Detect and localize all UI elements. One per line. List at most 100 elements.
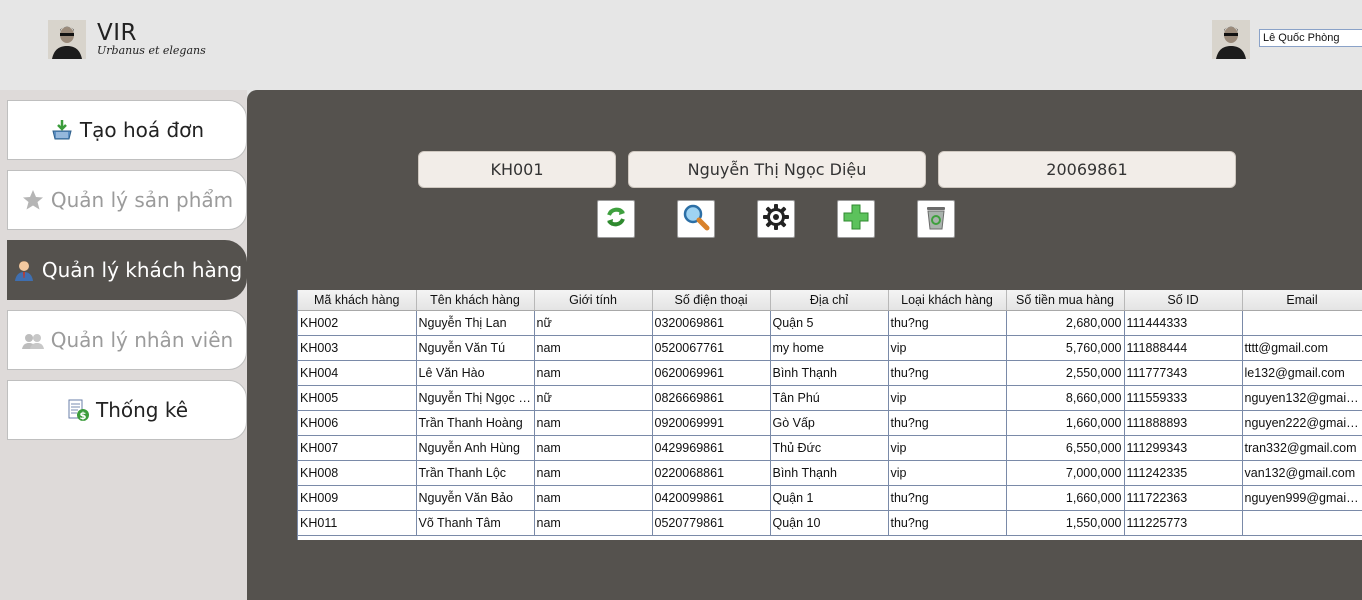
column-header[interactable]: Loại khách hàng (888, 290, 1007, 311)
column-header[interactable]: Số ID (1124, 290, 1243, 311)
table-cell[interactable]: 6,550,000 (1006, 435, 1125, 461)
table-row[interactable]: KH007 Nguyễn Anh Hùng nam 0429969861 Thủ Đức… (298, 435, 1362, 461)
table-cell[interactable]: Lê Văn Hào (416, 360, 535, 386)
table-row[interactable]: KH002 Nguyễn Thị Lan nữ 0320069861 Quận 5 thu… (298, 310, 1362, 336)
table-cell[interactable]: thu?ng (888, 360, 1007, 386)
table-cell[interactable]: thu?ng (888, 310, 1007, 336)
table-cell[interactable]: KH011 (298, 510, 417, 536)
table-cell[interactable]: 0920069991 (652, 410, 771, 436)
table-cell[interactable]: KH008 (298, 460, 417, 486)
column-header[interactable]: Tên khách hàng (416, 290, 535, 311)
table-cell[interactable]: nguyen132@gmail.... (1242, 385, 1362, 411)
table-cell[interactable]: Trần Thanh Lộc (416, 460, 535, 486)
customer-id-field[interactable]: KH001 (418, 151, 616, 188)
table-cell[interactable]: tttt@gmail.com (1242, 335, 1362, 361)
table-cell[interactable]: Võ Thanh Tâm (416, 510, 535, 536)
nav-manage-products-button[interactable]: Quản lý sản phẩm (7, 170, 247, 230)
nav-create-invoice-button[interactable]: Tạo hoá đơn (7, 100, 247, 160)
table-cell[interactable]: 111888893 (1124, 410, 1243, 436)
customer-number-field[interactable]: 20069861 (938, 151, 1236, 188)
column-header[interactable]: Số tiền mua hàng (1006, 290, 1125, 311)
table-cell[interactable]: Thủ Đức (770, 435, 889, 461)
table-cell[interactable]: nữ (534, 310, 653, 336)
table-cell[interactable]: nguyen222@gmail.... (1242, 410, 1362, 436)
customer-table[interactable]: Mã khách hàng Tên khách hàng Giới tính S… (297, 290, 1362, 540)
table-cell[interactable]: nguyen999@gmail.... (1242, 485, 1362, 511)
table-cell[interactable]: Nguyễn Anh Hùng (416, 435, 535, 461)
table-cell[interactable]: nam (534, 410, 653, 436)
table-cell[interactable]: Bình Thạnh (770, 460, 889, 486)
table-cell[interactable]: 0826669861 (652, 385, 771, 411)
table-cell[interactable]: 111888444 (1124, 335, 1243, 361)
table-cell[interactable]: tran332@gmail.com (1242, 435, 1362, 461)
table-cell[interactable]: Quận 10 (770, 510, 889, 536)
table-cell[interactable]: vip (888, 460, 1007, 486)
table-cell[interactable]: KH002 (298, 310, 417, 336)
table-cell[interactable]: KH006 (298, 410, 417, 436)
table-cell[interactable]: 7,000,000 (1006, 460, 1125, 486)
refresh-button[interactable] (597, 200, 635, 238)
table-cell[interactable]: 0320069861 (652, 310, 771, 336)
table-cell[interactable]: nam (534, 360, 653, 386)
table-cell[interactable]: 111777343 (1124, 360, 1243, 386)
column-header[interactable]: Mã khách hàng (298, 290, 417, 311)
table-cell[interactable]: KH005 (298, 385, 417, 411)
table-row[interactable]: KH009 Nguyễn Văn Bảo nam 0420099861 Quận 1th… (298, 485, 1362, 511)
table-cell[interactable]: nam (534, 435, 653, 461)
table-cell[interactable]: nam (534, 510, 653, 536)
column-header[interactable]: Email (1242, 290, 1362, 311)
delete-button[interactable] (917, 200, 955, 238)
table-cell[interactable] (1242, 310, 1362, 336)
table-cell[interactable]: 0429969861 (652, 435, 771, 461)
table-cell[interactable]: 1,660,000 (1006, 410, 1125, 436)
nav-manage-customers-button[interactable]: Quản lý khách hàng (7, 240, 247, 300)
table-cell[interactable]: 1,660,000 (1006, 485, 1125, 511)
search-button[interactable] (677, 200, 715, 238)
table-cell[interactable]: Quận 5 (770, 310, 889, 336)
add-button[interactable] (837, 200, 875, 238)
table-cell[interactable]: KH004 (298, 360, 417, 386)
table-cell[interactable]: thu?ng (888, 485, 1007, 511)
table-cell[interactable]: thu?ng (888, 410, 1007, 436)
table-cell[interactable]: nữ (534, 385, 653, 411)
table-cell[interactable]: 0520067761 (652, 335, 771, 361)
table-cell[interactable]: Nguyễn Thị Ngọc M... (416, 385, 535, 411)
table-row[interactable]: KH006 Trần Thanh Hoàng nam 0920069991 Gò Vấp… (298, 410, 1362, 436)
table-cell[interactable]: le132@gmail.com (1242, 360, 1362, 386)
table-cell[interactable]: vip (888, 435, 1007, 461)
table-cell[interactable]: 111299343 (1124, 435, 1243, 461)
table-cell[interactable]: thu?ng (888, 510, 1007, 536)
table-cell[interactable]: 111444333 (1124, 310, 1243, 336)
table-cell[interactable]: 0420099861 (652, 485, 771, 511)
column-header[interactable]: Địa chỉ (770, 290, 889, 311)
table-cell[interactable]: 0520779861 (652, 510, 771, 536)
column-header[interactable]: Số điện thoại (652, 290, 771, 311)
table-cell[interactable]: Nguyễn Thị Lan (416, 310, 535, 336)
table-cell[interactable]: nam (534, 335, 653, 361)
table-cell[interactable]: 8,660,000 (1006, 385, 1125, 411)
table-cell[interactable]: 111559333 (1124, 385, 1243, 411)
table-cell[interactable]: Bình Thạnh (770, 360, 889, 386)
table-cell[interactable]: KH003 (298, 335, 417, 361)
table-cell[interactable]: vip (888, 385, 1007, 411)
table-row[interactable]: KH003 Nguyễn Văn Tú nam 0520067761 my home vi… (298, 335, 1362, 361)
table-row[interactable]: KH011 Võ Thanh Tâm nam 0520779861 Quận 10 thu… (298, 510, 1362, 536)
table-cell[interactable]: KH007 (298, 435, 417, 461)
table-cell[interactable]: nam (534, 460, 653, 486)
table-cell[interactable]: Quận 1 (770, 485, 889, 511)
table-cell[interactable]: 111242335 (1124, 460, 1243, 486)
table-cell[interactable]: 111225773 (1124, 510, 1243, 536)
table-cell[interactable]: van132@gmail.com (1242, 460, 1362, 486)
table-cell[interactable]: 0620069961 (652, 360, 771, 386)
table-cell[interactable]: 2,550,000 (1006, 360, 1125, 386)
customer-name-field[interactable]: Nguyễn Thị Ngọc Diệu (628, 151, 926, 188)
settings-button[interactable] (757, 200, 795, 238)
table-cell[interactable]: my home (770, 335, 889, 361)
nav-manage-employees-button[interactable]: Quản lý nhân viên (7, 310, 247, 370)
table-cell[interactable]: 111722363 (1124, 485, 1243, 511)
table-cell[interactable]: 2,680,000 (1006, 310, 1125, 336)
table-cell[interactable]: Tân Phú (770, 385, 889, 411)
table-row[interactable]: KH004 Lê Văn Hào nam 0620069961 Bình Thạnh th… (298, 360, 1362, 386)
table-cell[interactable]: Nguyễn Văn Tú (416, 335, 535, 361)
table-cell[interactable]: vip (888, 335, 1007, 361)
